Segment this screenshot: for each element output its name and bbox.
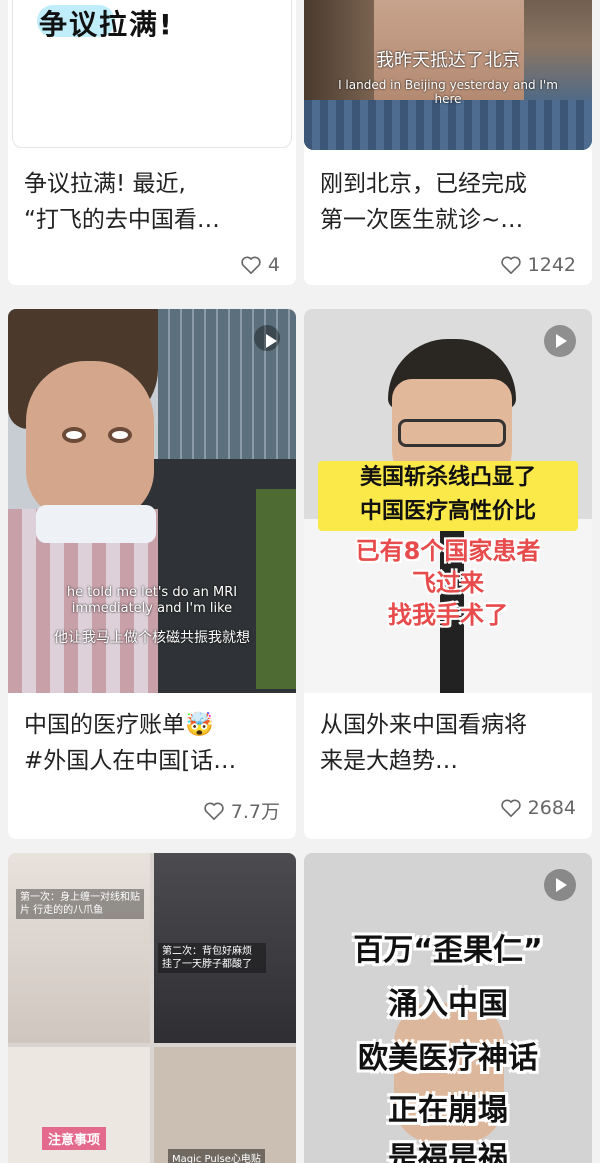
cover-subtitle-en: he told me let's do an MRI immediately a… [66, 585, 238, 616]
like-count[interactable]: 4 [240, 254, 280, 276]
heart-icon [241, 256, 261, 274]
note-title: 争议拉满! 最近, “打飞的去中国看… [24, 171, 220, 233]
like-count-value: 4 [267, 254, 280, 276]
cover-banner-line: 中国医疗高性价比 [359, 499, 536, 524]
collage-caption: 第二次：背包好麻烦 挂了一天脖子都酸了 [158, 943, 266, 973]
play-icon[interactable] [254, 325, 280, 351]
cover-headline: 正在崩塌 [388, 1093, 508, 1128]
cover-eye [62, 427, 86, 443]
collage-caption: Magic Pulse心电贴 [168, 1149, 265, 1163]
cover-glasses [398, 419, 506, 447]
note-card[interactable]: 第一次：身上缠一对线和贴片 行走的的八爪鱼 第二次：背包好麻烦 挂了一天脖子都酸… [8, 853, 296, 1163]
like-count-value: 7.7万 [230, 801, 280, 823]
collage-tile [154, 1047, 296, 1163]
cover-banner-line: 美国斩杀线凸显了 [359, 465, 536, 490]
like-count-value: 1242 [527, 254, 576, 276]
like-count[interactable]: 7.7万 [203, 797, 280, 824]
cover-headline: 是福是祸 [388, 1141, 508, 1163]
cover-red-line: 飞过来 [412, 569, 484, 597]
note-cover: 第一次：身上缠一对线和贴片 行走的的八爪鱼 第二次：背包好麻烦 挂了一天脖子都酸… [8, 853, 296, 1163]
like-count-value: 2684 [527, 797, 576, 819]
note-cover: 美国斩杀线凸显了 中国医疗高性价比 已有8个国家患者 飞过来 找我手术了 [304, 309, 592, 693]
cover-grass [256, 489, 296, 689]
play-icon[interactable] [544, 869, 576, 901]
note-cover: he told me let's do an MRI immediately a… [8, 309, 296, 693]
cover-mask [36, 505, 156, 543]
cover-overlay-text: 争议拉满! [39, 8, 174, 41]
note-cover: 百万“歪果仁” 涌入中国 欧美医疗神话 正在崩塌 是福是祸 [304, 853, 592, 1163]
note-cover: 争议拉满! [12, 0, 292, 148]
cover-red-line: 找我手术了 [388, 601, 508, 629]
collage-caption: 第一次：身上缠一对线和贴片 行走的的八爪鱼 [16, 889, 144, 919]
cover-face [26, 361, 154, 521]
cover-banner: 美国斩杀线凸显了 中国医疗高性价比 [318, 461, 578, 531]
cover-subtitle-cn: 我昨天抵达了北京 [376, 50, 520, 71]
note-title: 从国外来中国看病将 来是大趋势… [320, 712, 527, 774]
heart-icon [500, 256, 521, 274]
cover-subtitle-en: I landed in Beijing yesterday and I'm he… [338, 78, 558, 106]
note-cover: 我昨天抵达了北京 I landed in Beijing yesterday a… [304, 0, 592, 150]
note-feed: 争议拉满! 争议拉满! 最近, “打飞的去中国看… 4 我昨天抵达了北京 I l… [0, 0, 600, 1163]
cover-headline: 百万“歪果仁” [353, 933, 543, 968]
note-title: 中国的医疗账单🤯 #外国人在中国[话… [24, 712, 237, 774]
collage-caption: 注意事项 [42, 1127, 107, 1150]
cover-red-line: 已有8个国家患者 [355, 537, 541, 565]
note-card[interactable]: 争议拉满! 争议拉满! 最近, “打飞的去中国看… 4 [8, 0, 296, 285]
cover-eye [108, 427, 132, 443]
cover-headline: 欧美医疗神话 [358, 1041, 538, 1076]
cover-shirt [304, 100, 592, 150]
collage-tile [8, 853, 150, 1043]
cover-subtitle-cn: 他让我马上做个核磁共振我就想 [54, 630, 250, 646]
cover-red-text: 已有8个国家患者 飞过来 找我手术了 [304, 535, 592, 631]
note-card[interactable]: 百万“歪果仁” 涌入中国 欧美医疗神话 正在崩塌 是福是祸 [304, 853, 592, 1163]
note-card[interactable]: he told me let's do an MRI immediately a… [8, 309, 296, 839]
note-card[interactable]: 美国斩杀线凸显了 中国医疗高性价比 已有8个国家患者 飞过来 找我手术了 从国外… [304, 309, 592, 839]
play-icon[interactable] [544, 325, 576, 357]
like-count[interactable]: 2684 [500, 797, 576, 819]
note-title: 刚到北京，已经完成 第一次医生就诊~… [320, 171, 527, 233]
note-card[interactable]: 我昨天抵达了北京 I landed in Beijing yesterday a… [304, 0, 592, 285]
heart-icon [500, 799, 521, 817]
like-count[interactable]: 1242 [500, 254, 576, 276]
heart-icon [204, 802, 224, 820]
cover-headline: 涌入中国 [388, 987, 508, 1022]
